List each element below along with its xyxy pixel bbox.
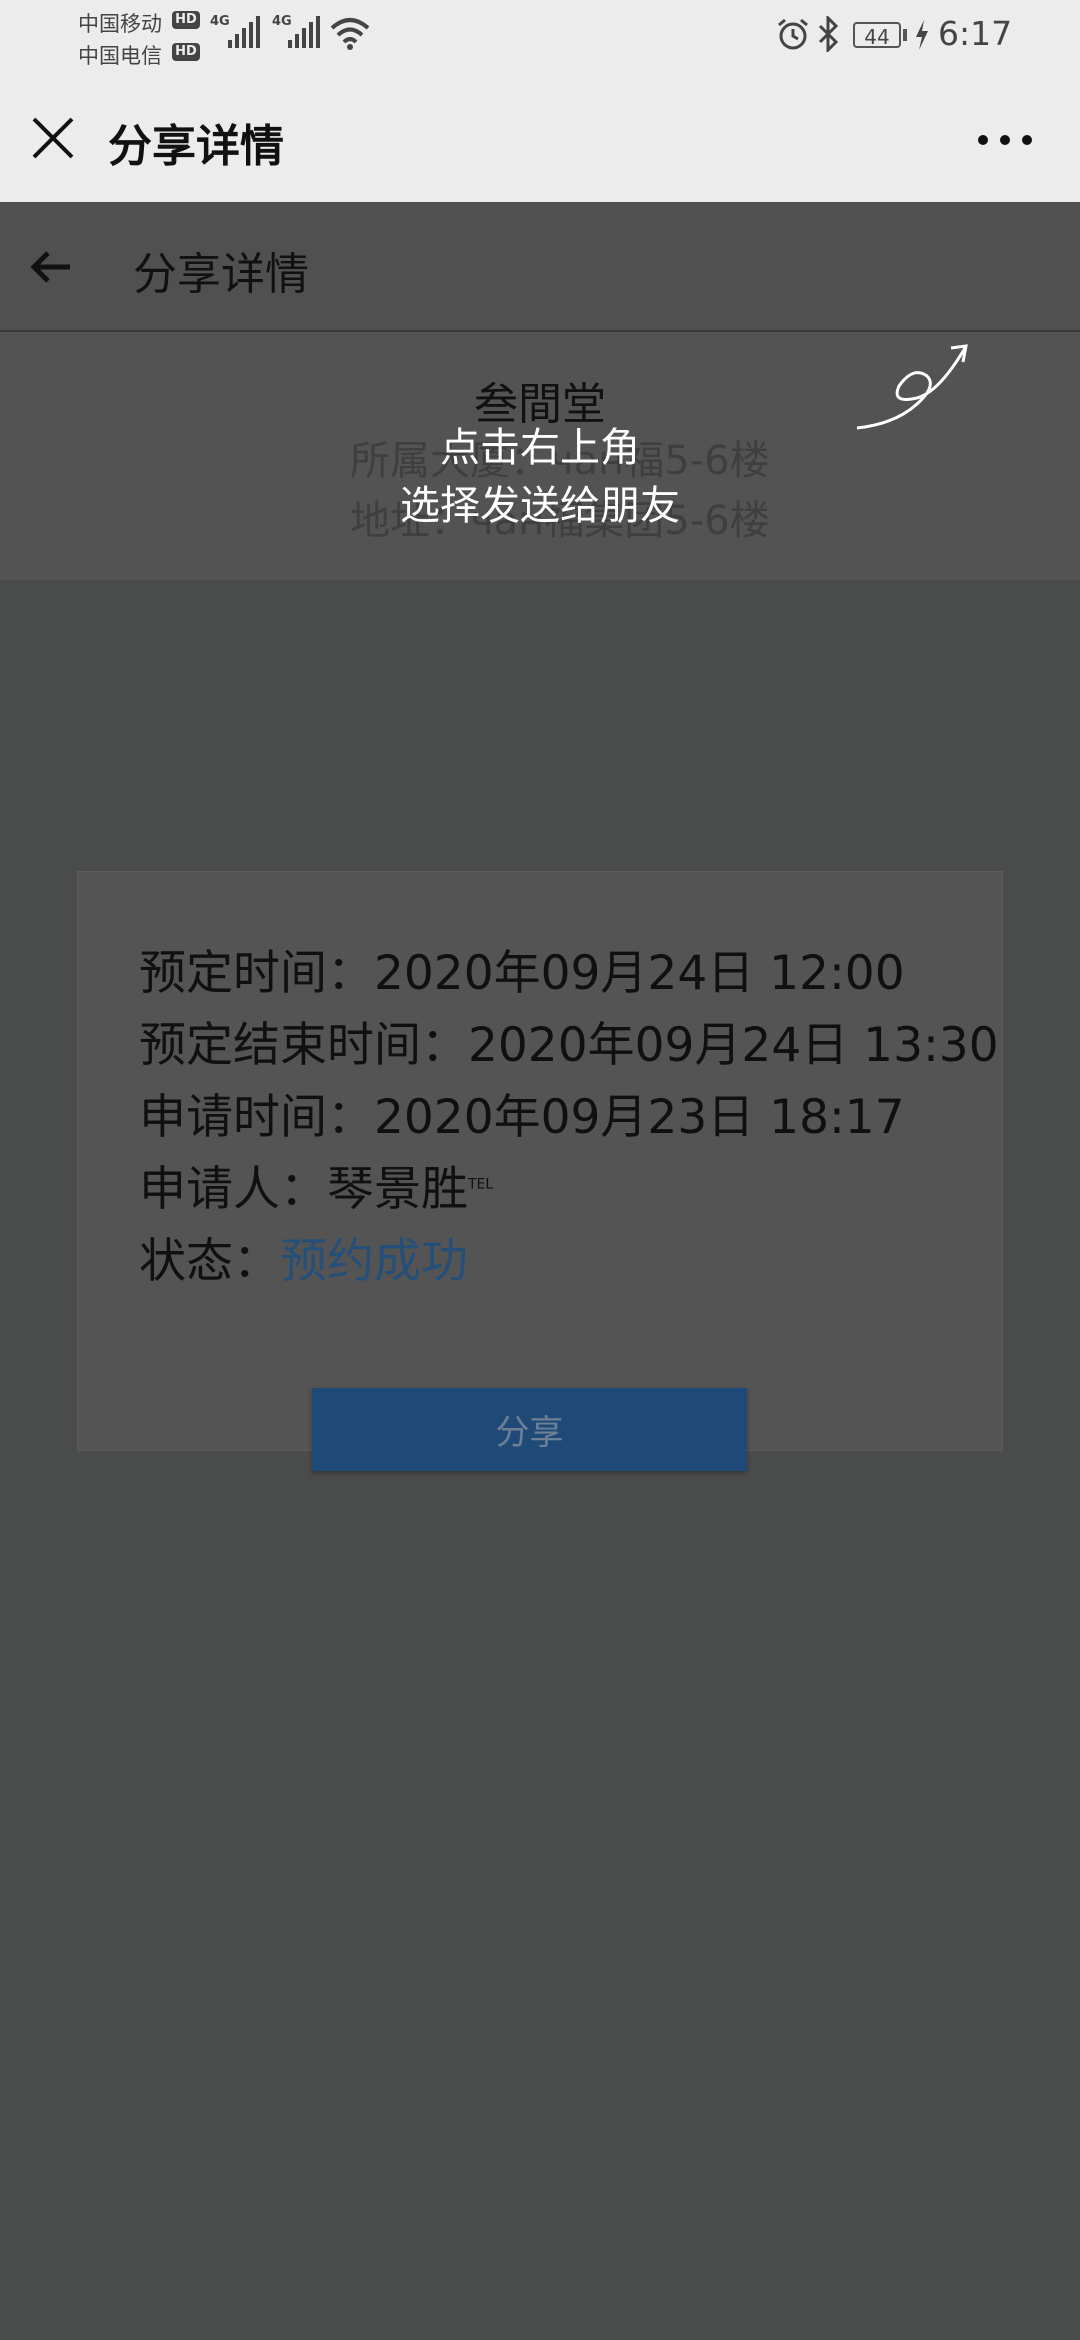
- carrier-1: 中国移动: [78, 12, 162, 36]
- close-icon[interactable]: [30, 115, 76, 161]
- wifi-icon: [330, 18, 370, 50]
- network-type-1: 4G: [210, 14, 230, 29]
- signal-icon: [228, 16, 260, 48]
- wechat-title: 分享详情: [108, 121, 284, 172]
- signal-icon-2: [288, 16, 320, 48]
- share-button[interactable]: 分享: [312, 1388, 747, 1471]
- booking-status: 状态：预约成功: [139, 1222, 468, 1291]
- status-label: 状态：: [139, 1234, 280, 1289]
- status-time: 6:17: [938, 14, 1013, 53]
- booking-end-time: 预定结束时间：2020年09月24日 13:30: [139, 1018, 999, 1073]
- status-value: 预约成功: [280, 1234, 468, 1289]
- booking-start-time: 预定时间：2020年09月24日 12:00: [139, 946, 905, 1001]
- battery-tip: [903, 29, 907, 41]
- booking-card: 预定时间：2020年09月24日 12:00 预定结束时间：2020年09月24…: [77, 871, 1003, 1451]
- booking-applicant: 申请人：琴景胜TEL: [139, 1150, 493, 1219]
- page-title: 分享详情: [133, 249, 309, 300]
- alarm-icon: [778, 18, 808, 50]
- booking-applied-time: 申请时间：2020年09月23日 18:17: [139, 1090, 905, 1145]
- wechat-title-bar: 分享详情: [0, 72, 1080, 202]
- applicant-tel[interactable]: TEL: [468, 1176, 493, 1192]
- battery-icon: 44: [853, 22, 901, 49]
- charging-icon: [916, 20, 928, 50]
- back-arrow-icon[interactable]: [30, 250, 72, 284]
- applicant-label: 申请人：: [139, 1162, 327, 1217]
- curved-arrow-icon: [856, 344, 968, 430]
- applicant-name: 琴景胜: [327, 1162, 468, 1217]
- status-bar: 中国移动 中国电信 HD HD 4G 4G 44 6:17: [0, 0, 1080, 72]
- bluetooth-icon: [818, 16, 839, 52]
- hd-badge-2: HD: [172, 43, 200, 61]
- carrier-2: 中国电信: [78, 44, 162, 68]
- more-icon[interactable]: [975, 132, 1035, 148]
- share-hint-line-2: 选择发送给朋友: [400, 483, 680, 529]
- hd-badge-1: HD: [172, 11, 200, 29]
- page-header: 分享详情: [0, 202, 1080, 332]
